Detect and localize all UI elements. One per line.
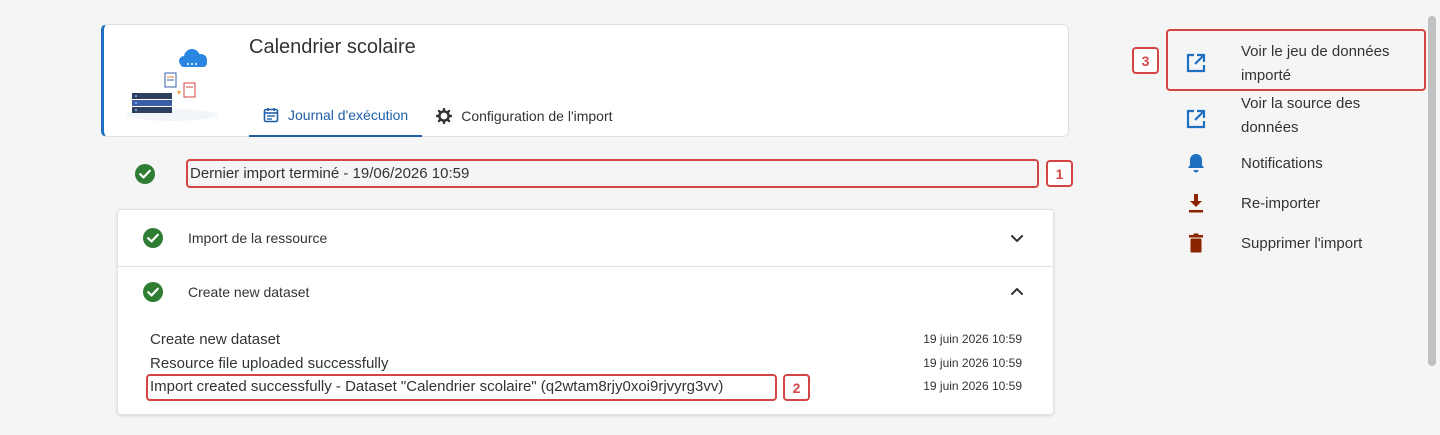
annotation-marker-2: 2	[783, 374, 810, 401]
bell-icon	[1188, 154, 1204, 173]
step-label: Import de la ressource	[188, 230, 328, 246]
step-create-dataset[interactable]: Create new dataset	[118, 264, 1053, 320]
log-entry: Resource file uploaded successfully 19 j…	[150, 352, 1022, 374]
log-timestamp: 19 juin 2026 10:59	[923, 379, 1022, 393]
action-label: Re-importer	[1241, 195, 1321, 212]
chevron-down-icon[interactable]	[1009, 230, 1025, 246]
log-message: Import created successfully - Dataset "C…	[150, 377, 724, 395]
calendar-icon	[263, 108, 279, 123]
gear-icon	[436, 108, 453, 124]
action-label: Voir la source des données	[1241, 95, 1361, 136]
tab-label: Configuration de l'import	[461, 108, 613, 124]
step-label: Create new dataset	[188, 284, 310, 300]
step-import-resource[interactable]: Import de la ressource	[118, 210, 1053, 266]
action-label: Supprimer l'import	[1241, 235, 1363, 252]
import-illustration	[126, 49, 218, 121]
tab-bar: Journal d'exécution Configuration de l'i…	[249, 95, 627, 137]
external-link-icon	[1186, 109, 1206, 129]
reimport-button[interactable]: Re-importer	[1170, 190, 1426, 218]
scrollbar[interactable]	[1428, 16, 1436, 366]
download-icon	[1189, 194, 1203, 213]
success-check-icon	[143, 282, 163, 302]
log-message: Resource file uploaded successfully	[150, 354, 389, 372]
tab-label: Journal d'exécution	[288, 107, 409, 123]
import-header-card: Calendrier scolaire Journal d'exécution	[101, 24, 1069, 137]
tab-import-configuration[interactable]: Configuration de l'import	[422, 95, 626, 137]
page-title: Calendrier scolaire	[249, 36, 416, 58]
success-check-icon	[143, 228, 163, 248]
view-imported-dataset-link[interactable]: Voir le jeu de données importé	[1170, 34, 1426, 86]
delete-import-button[interactable]: Supprimer l'import	[1170, 230, 1426, 258]
log-entry: Create new dataset 19 juin 2026 10:59	[150, 328, 1022, 350]
tab-execution-log[interactable]: Journal d'exécution	[249, 95, 423, 137]
import-steps-panel: Import de la ressource Create new datase…	[117, 209, 1054, 415]
trash-icon	[1189, 233, 1203, 253]
notifications-button[interactable]: Notifications	[1170, 150, 1426, 178]
log-timestamp: 19 juin 2026 10:59	[923, 356, 1022, 370]
log-timestamp: 19 juin 2026 10:59	[923, 332, 1022, 346]
annotation-marker-3: 3	[1132, 47, 1159, 74]
log-entry: Import created successfully - Dataset "C…	[150, 375, 1022, 397]
view-data-source-link[interactable]: Voir la source des données	[1170, 90, 1426, 142]
last-import-status-text: Dernier import terminé - 19/06/2026 10:5…	[190, 165, 470, 182]
action-label: Voir le jeu de données importé	[1241, 43, 1390, 84]
log-message: Create new dataset	[150, 330, 281, 348]
action-label: Notifications	[1241, 155, 1323, 172]
status-indicator	[134, 159, 156, 189]
external-link-icon	[1186, 53, 1206, 73]
success-check-icon	[135, 164, 155, 184]
last-import-status: Dernier import terminé - 19/06/2026 10:5…	[186, 159, 1039, 188]
annotation-marker-1: 1	[1046, 160, 1073, 187]
chevron-up-icon[interactable]	[1009, 284, 1025, 300]
